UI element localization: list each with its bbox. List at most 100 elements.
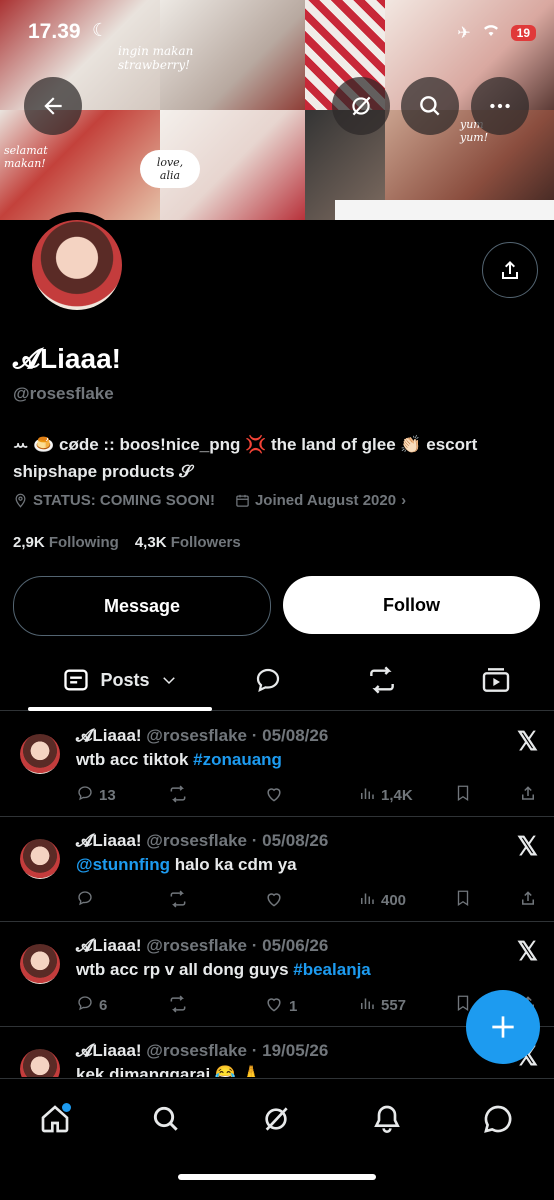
bottom-nav	[0, 1078, 554, 1200]
tweet-date: 19/05/26	[262, 1041, 329, 1060]
heart-icon	[264, 784, 284, 808]
more-button[interactable]	[471, 77, 529, 135]
views-count: 1,4K	[381, 786, 413, 804]
reply-button[interactable]	[76, 889, 99, 911]
avatar[interactable]	[20, 1049, 60, 1077]
avatar[interactable]	[20, 734, 60, 774]
reply-icon	[76, 784, 94, 806]
more-icon	[490, 103, 510, 109]
x-logo-icon[interactable]: 𝕏	[517, 726, 538, 757]
tweet-header: 𝓐Liaaa! @rosesflake · 05/08/26	[76, 726, 328, 746]
tweet-author-handle: @rosesflake	[146, 1041, 247, 1060]
tweet-separator: ·	[247, 1041, 263, 1060]
views-button[interactable]: 557	[358, 994, 406, 1016]
reply-button[interactable]: 13	[76, 784, 116, 806]
like-button[interactable]	[264, 889, 289, 913]
chevron-right-icon: ›	[401, 492, 407, 509]
views-button[interactable]: 400	[358, 889, 406, 911]
tab-replies[interactable]	[238, 650, 298, 710]
tab-reposts[interactable]	[352, 650, 412, 710]
tweet-date: 05/08/26	[262, 831, 329, 850]
x-logo-icon[interactable]: 𝕏	[517, 831, 538, 862]
tweet-actions: 400	[76, 889, 538, 909]
message-button[interactable]: Message	[13, 576, 271, 636]
views-count: 400	[381, 891, 407, 909]
tweet-author-name[interactable]: 𝓐Liaaa!	[76, 1041, 142, 1060]
posts-icon	[64, 669, 89, 691]
like-count: 1	[289, 997, 298, 1015]
tab-posts[interactable]: Posts	[28, 650, 212, 711]
nav-messages[interactable]	[476, 1097, 520, 1141]
bookmark-button[interactable]	[454, 784, 472, 806]
back-button[interactable]	[24, 77, 82, 135]
notifications-icon	[374, 1105, 400, 1133]
nav-search[interactable]	[144, 1097, 188, 1141]
like-button[interactable]	[264, 784, 289, 808]
tweet-author-name[interactable]: 𝓐Liaaa!	[76, 936, 142, 955]
views-icon	[358, 784, 376, 806]
followers-link[interactable]: 4,3K Followers	[135, 534, 241, 551]
tweet-text: kek dimanggarai 😂 🙏	[76, 1065, 262, 1077]
reply-count: 6	[99, 996, 108, 1014]
tweet-author-handle: @rosesflake	[146, 831, 247, 850]
search-button[interactable]	[401, 77, 459, 135]
following-link[interactable]: 2,9K Following	[13, 534, 119, 551]
follow-button[interactable]: Follow	[283, 576, 540, 634]
nav-notifications[interactable]	[365, 1097, 409, 1141]
views-count: 557	[381, 996, 407, 1014]
wifi-icon	[481, 22, 501, 43]
joined-item[interactable]: Joined August 2020 ›	[235, 492, 406, 509]
tweet-link[interactable]: #bealanja	[293, 960, 371, 979]
share-icon	[519, 784, 537, 806]
tweet-link[interactable]: @stunnfing	[76, 855, 170, 874]
compose-button[interactable]	[466, 990, 540, 1064]
x-logo-icon[interactable]: 𝕏	[517, 936, 538, 967]
profile-meta: STATUS: COMING SOON! Joined August 2020 …	[13, 492, 406, 509]
tweet-row[interactable]: 𝓐Liaaa! @rosesflake · 05/08/26 @stunnfing…	[0, 817, 554, 922]
banner-caption: selamat makan!	[4, 144, 48, 170]
share-button[interactable]	[519, 889, 537, 911]
calendar-icon	[236, 494, 249, 507]
joined-text: Joined August 2020	[254, 492, 397, 509]
like-button[interactable]: 1	[264, 994, 297, 1018]
views-button[interactable]: 1,4K	[358, 784, 413, 806]
share-button[interactable]	[519, 784, 537, 806]
airplane-icon: ✈	[457, 24, 471, 42]
status-bar: 17.39 ☾ ✈ 19	[0, 0, 554, 66]
following-label: Following	[48, 534, 119, 551]
reply-icon	[256, 668, 280, 693]
search-icon	[153, 1106, 178, 1131]
nav-home[interactable]	[33, 1097, 77, 1141]
tweet-separator: ·	[247, 831, 263, 850]
heart-icon	[264, 889, 284, 913]
search-icon	[420, 96, 440, 116]
reply-icon	[76, 889, 94, 911]
tweet-text-part: wtb acc rp v all dong guys	[76, 960, 294, 979]
share-button[interactable]	[482, 242, 538, 298]
repost-button[interactable]	[168, 889, 193, 913]
tweet-author-name[interactable]: 𝓐Liaaa!	[76, 726, 142, 745]
tweet-author-handle: @rosesflake	[146, 936, 247, 955]
avatar[interactable]	[32, 220, 122, 310]
repost-icon	[370, 666, 394, 694]
location-text: STATUS: COMING SOON!	[33, 492, 215, 509]
reply-button[interactable]: 6	[76, 994, 107, 1016]
tweet-link[interactable]: #zonauang	[193, 750, 282, 769]
avatar[interactable]	[20, 944, 60, 984]
bookmark-button[interactable]	[454, 889, 472, 911]
tweet-date: 05/06/26	[262, 936, 329, 955]
grok-button[interactable]	[332, 77, 390, 135]
profile-avatar-frame[interactable]	[24, 212, 130, 318]
tab-media[interactable]	[466, 650, 526, 710]
tweet-author-name[interactable]: 𝓐Liaaa!	[76, 831, 142, 850]
repost-button[interactable]	[168, 994, 193, 1018]
moon-icon: ☾	[92, 20, 109, 40]
chevron-down-icon	[162, 677, 175, 685]
grok-icon	[352, 96, 371, 116]
avatar[interactable]	[20, 839, 60, 879]
tweet-text: @stunnfing halo ka cdm ya	[76, 855, 297, 875]
tweet-row[interactable]: 𝓐Liaaa! @rosesflake · 05/08/26 wtb acc ti…	[0, 712, 554, 817]
nav-grok[interactable]	[254, 1097, 298, 1141]
home-indicator	[178, 1174, 376, 1180]
repost-button[interactable]	[168, 784, 193, 808]
